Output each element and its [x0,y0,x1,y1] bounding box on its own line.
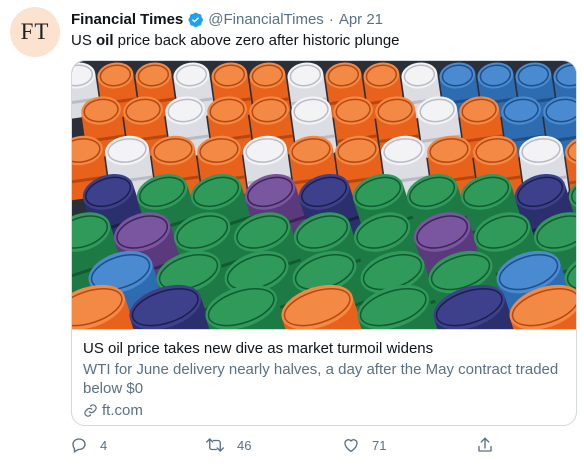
share-icon [478,437,492,452]
tweet-text-start: US [71,32,97,49]
like-button[interactable]: 71 [342,436,386,454]
separator-dot: · [328,10,334,28]
retweet-count: 46 [237,437,252,453]
heart-icon [344,439,358,453]
tweet-date[interactable]: Apr 21 [339,11,383,28]
like-count: 71 [372,437,387,453]
tweet-text-end: price back above zero after historic plu… [113,32,400,49]
retweet-button[interactable]: 46 [205,436,251,454]
author-handle[interactable]: @FinancialTimes [208,11,324,28]
verified-badge-icon [188,12,204,27]
avatar-initials: FT [20,19,50,44]
tweet-actions: 4 46 71 [64,436,504,462]
card-domain: ft.com [83,401,143,420]
tweet-text-keyword: oil [96,32,114,49]
link-icon [84,404,97,417]
tweet-header: Financial Times @FinancialTimes · Apr 21 [71,8,383,30]
card-domain-text: ft.com [102,402,143,419]
tweet-text: US oil price back above zero after histo… [71,31,400,51]
card-description: WTI for June delivery nearly halves, a d… [83,361,559,397]
card-image[interactable] [72,61,576,329]
reply-icon [72,438,86,453]
tweet[interactable]: FT Financial Times @FinancialTimes · Apr… [0,0,584,472]
card-body[interactable]: US oil price takes new dive as market tu… [72,329,576,425]
avatar[interactable]: FT [10,7,60,57]
share-button[interactable] [476,436,506,454]
reply-button[interactable]: 4 [70,436,107,454]
reply-count: 4 [100,437,108,453]
retweet-icon [206,438,224,452]
link-card[interactable]: US oil price takes new dive as market tu… [71,60,577,426]
card-title: US oil price takes new dive as market tu… [83,340,434,357]
author-name[interactable]: Financial Times [71,11,183,28]
